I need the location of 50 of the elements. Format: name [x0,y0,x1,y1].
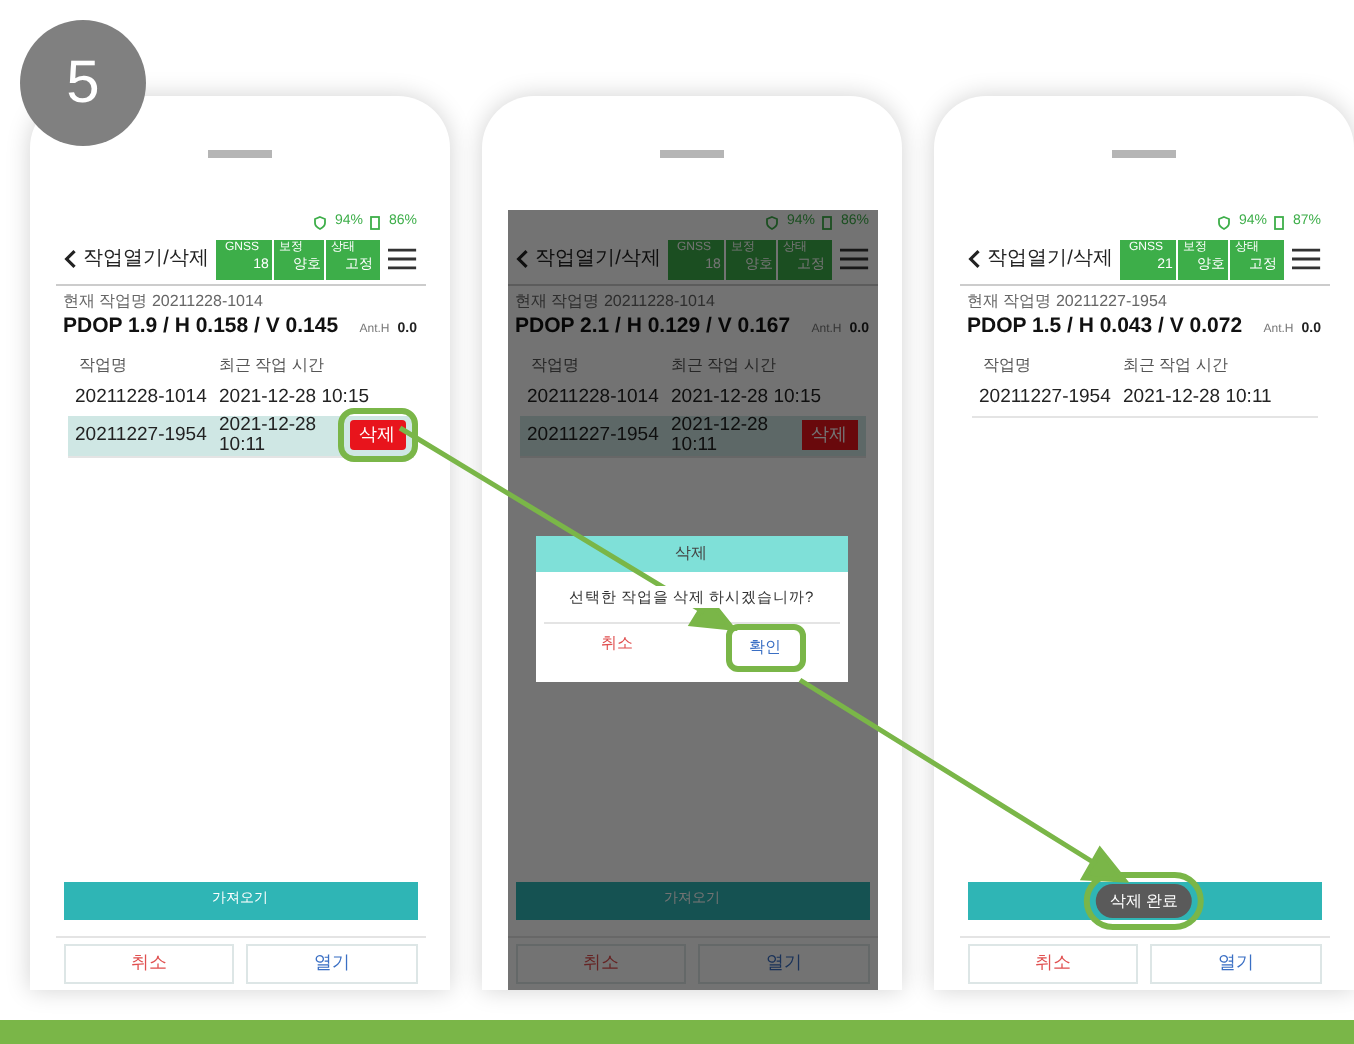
current-job: 현재 작업명 20211228-1014 [61,290,265,312]
screen-title: 작업열기/삭제 [535,246,661,274]
column-header: 작업명 [77,353,129,378]
cancel-button[interactable]: 취소 [63,944,234,984]
column-header: 작업명 [981,353,1033,378]
column-header: 최근 작업 시간 [671,353,776,378]
job-time: 2021-12-28 10:15 [219,383,370,412]
column-header: 최근 작업 시간 [219,353,324,378]
cancel-button[interactable]: 취소 [515,944,686,984]
battery-icon [1274,215,1285,229]
dialog-cancel-button[interactable]: 취소 [543,624,691,665]
speaker-slot [208,150,272,158]
completion-toast: 삭제 완료 [1095,884,1193,918]
column-header: 최근 작업 시간 [1123,353,1228,378]
menu-icon[interactable] [1292,246,1321,272]
precision-reading: PDOP 1.9 / H 0.158 / V 0.145 [63,312,339,342]
battery-icon [370,215,381,229]
cancel-button[interactable]: 취소 [967,944,1138,984]
job-name: 20211227-1954 [525,421,661,450]
shield-icon [766,215,779,229]
open-button[interactable]: 열기 [698,944,869,984]
job-time: 2021-12-28 10:11 [219,415,319,456]
job-name: 20211227-1954 [977,383,1113,412]
job-name: 20211228-1014 [525,383,661,412]
battery-icon [822,215,833,229]
screen-title: 작업열기/삭제 [83,246,209,274]
shield-icon [1218,215,1231,229]
job-name: 20211228-1014 [73,383,209,412]
precision-reading: PDOP 2.1 / H 0.129 / V 0.167 [515,312,791,342]
job-time: 2021-12-28 10:11 [671,415,771,456]
current-job: 현재 작업명 20211227-1954 [965,290,1169,312]
job-time: 2021-12-28 10:15 [671,383,822,412]
shield-icon [314,215,327,229]
open-button[interactable]: 열기 [246,944,417,984]
precision-reading: PDOP 1.5 / H 0.043 / V 0.072 [967,312,1243,342]
job-name: 20211227-1954 [73,421,209,450]
current-job: 현재 작업명 20211228-1014 [513,290,717,312]
delete-button[interactable]: 삭제 [349,420,405,451]
menu-icon[interactable] [388,246,417,272]
delete-button[interactable]: 삭제 [801,420,857,451]
speaker-slot [660,150,724,158]
dialog-title: 삭제 [535,536,847,572]
back-icon[interactable] [967,248,980,270]
step-badge: 5 [20,20,146,146]
job-time: 2021-12-28 10:11 [1123,383,1272,412]
open-button[interactable]: 열기 [1150,944,1321,984]
screen-title: 작업열기/삭제 [987,246,1113,274]
column-header: 작업명 [529,353,581,378]
speaker-slot [1112,150,1176,158]
back-icon[interactable] [63,248,76,270]
